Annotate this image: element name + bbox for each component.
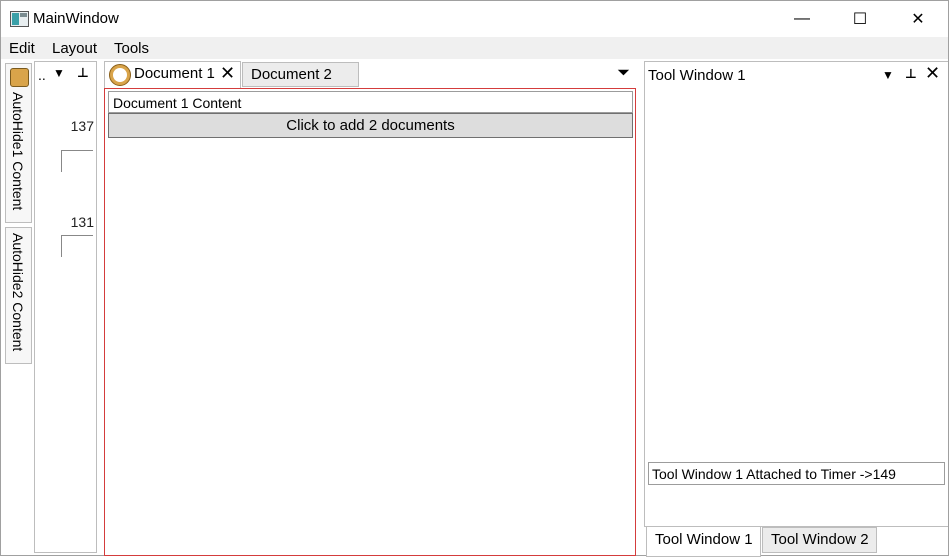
tab-document-2-label: Document 2 (251, 66, 332, 83)
menu-tools[interactable]: Tools (114, 40, 149, 57)
maximize-button[interactable]: ☐ (837, 1, 883, 37)
title-bar[interactable]: MainWindow — ☐ ✕ (1, 1, 948, 37)
pin-icon[interactable]: ⊥ (905, 66, 917, 82)
chevron-down-icon[interactable]: ▼ (882, 68, 894, 82)
left-panel-caption: .. (38, 67, 46, 83)
menu-bar: Edit Layout Tools (1, 37, 948, 59)
tab-document-1[interactable]: Document 1 ✕ (104, 61, 241, 89)
pin-icon[interactable]: ⊥ (77, 65, 89, 81)
tab-tool-window-1-label: Tool Window 1 (655, 531, 753, 548)
left-panel-input-2[interactable] (61, 235, 93, 257)
left-panel-input-1[interactable] (61, 150, 93, 172)
document-content-field[interactable]: Document 1 Content (108, 91, 633, 113)
minimize-button[interactable]: — (779, 1, 825, 37)
autohide-tab-2[interactable]: AutoHide2 Content (5, 227, 32, 364)
autohide-tab-2-label: AutoHide2 Content (10, 233, 26, 352)
autohide-app-icon (10, 68, 29, 87)
tab-document-1-label: Document 1 (134, 65, 215, 82)
close-button[interactable]: ✕ (895, 1, 941, 37)
document-list-menu-icon[interactable]: ⏷ (618, 64, 629, 81)
clock-icon (109, 64, 131, 86)
window-title: MainWindow (33, 10, 119, 27)
autohide-tab-1-label: AutoHide1 Content (10, 92, 26, 211)
close-icon[interactable]: ✕ (925, 63, 940, 84)
maximize-icon: ☐ (852, 11, 868, 28)
main-window: MainWindow — ☐ ✕ Edit Layout Tools AutoH… (0, 0, 949, 557)
close-icon: ✕ (911, 11, 925, 28)
tool-window-status-field[interactable]: Tool Window 1 Attached to Timer ->149 (648, 462, 945, 485)
tab-tool-window-1[interactable]: Tool Window 1 (646, 527, 761, 557)
menu-layout[interactable]: Layout (52, 40, 97, 57)
left-tool-panel: .. ▼ ⊥ 137 131 (34, 61, 97, 553)
tool-window-title: Tool Window 1 (648, 67, 746, 84)
document-content-pane: Document 1 Content Click to add 2 docume… (104, 88, 636, 556)
chevron-down-icon[interactable]: ▼ (53, 66, 65, 80)
left-panel-value-1: 137 (70, 118, 94, 134)
tab-tool-window-2-label: Tool Window 2 (771, 531, 869, 548)
tab-document-2[interactable]: Document 2 (242, 62, 359, 87)
close-icon[interactable]: ✕ (220, 63, 235, 84)
autohide-strip: AutoHide1 Content AutoHide2 Content (3, 61, 33, 551)
menu-edit[interactable]: Edit (9, 40, 35, 57)
tool-window-pane: Tool Window 1 ▼ ⊥ ✕ Tool Window 1 Attach… (644, 61, 948, 527)
tab-tool-window-2[interactable]: Tool Window 2 (762, 527, 877, 553)
app-icon (10, 11, 29, 27)
minimize-icon: — (794, 10, 810, 27)
autohide-tab-1[interactable]: AutoHide1 Content (5, 63, 32, 223)
left-panel-value-2: 131 (70, 214, 94, 230)
add-documents-button[interactable]: Click to add 2 documents (108, 113, 633, 138)
